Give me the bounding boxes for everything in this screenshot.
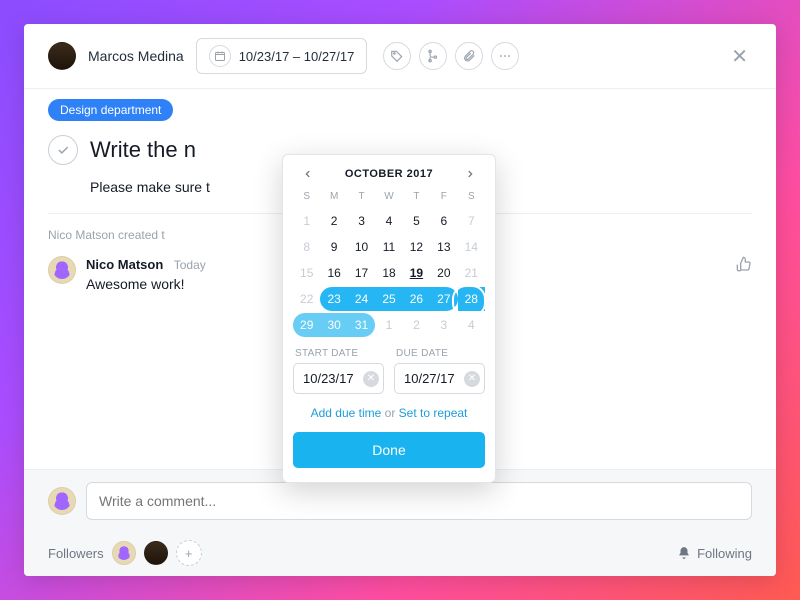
day-cell[interactable]: 3 [348, 209, 375, 233]
set-repeat-link[interactable]: Set to repeat [399, 406, 468, 420]
day-cell-range[interactable]: 30 [320, 313, 347, 337]
task-body: Design department Write the n Please mak… [24, 89, 776, 469]
complete-toggle[interactable] [48, 135, 78, 165]
day-cell[interactable]: 3 [430, 313, 457, 337]
date-picker-links: Add due time or Set to repeat [293, 406, 485, 420]
day-cell-range[interactable]: 26 [403, 287, 430, 311]
attachment-icon[interactable] [455, 42, 483, 70]
day-cell-range[interactable]: 24 [348, 287, 375, 311]
date-range-text: 10/23/17 – 10/27/17 [239, 49, 355, 64]
task-action-icons [383, 42, 519, 70]
day-cell[interactable]: 16 [320, 261, 347, 285]
done-button[interactable]: Done [293, 432, 485, 468]
assignee-avatar[interactable] [48, 42, 76, 70]
comment-input[interactable] [86, 482, 752, 520]
day-cell[interactable]: 1 [293, 209, 320, 233]
comment-author: Nico Matson [86, 257, 163, 272]
project-pill[interactable]: Design department [48, 99, 173, 121]
day-cell[interactable]: 1 [375, 313, 402, 337]
date-inputs-row: START DATE ✕ DUE DATE ✕ [293, 348, 485, 394]
day-cell[interactable]: 5 [403, 209, 430, 233]
calendar-grid: 1 2 3 4 5 6 7 8 9 10 11 12 13 14 15 16 1… [293, 208, 485, 338]
day-cell-today[interactable]: 19 [403, 261, 430, 285]
calendar-header: OCTOBER 2017 [293, 167, 485, 189]
following-label: Following [697, 546, 752, 561]
follower-avatar[interactable] [144, 541, 168, 565]
dow: T [348, 189, 375, 208]
calendar-icon [209, 45, 231, 67]
day-cell[interactable]: 18 [375, 261, 402, 285]
day-cell[interactable]: 13 [430, 235, 457, 259]
day-cell[interactable]: 2 [403, 313, 430, 337]
day-cell[interactable]: 10 [348, 235, 375, 259]
start-date-label: START DATE [295, 348, 384, 359]
subtask-icon[interactable] [419, 42, 447, 70]
add-due-time-link[interactable]: Add due time [311, 406, 382, 420]
day-cell-range[interactable]: 28 [458, 287, 485, 311]
task-card: Marcos Medina 10/23/17 – 10/27/17 ✕ Desi… [24, 24, 776, 576]
weekday-row: S M T W T F S [293, 189, 485, 208]
comment-when: Today [174, 258, 206, 272]
dow: S [293, 189, 320, 208]
day-cell[interactable]: 22 [293, 287, 320, 311]
day-cell-range[interactable]: 31 [348, 313, 375, 337]
follower-avatar[interactable] [112, 541, 136, 565]
day-cell[interactable]: 17 [348, 261, 375, 285]
task-title[interactable]: Write the n [90, 137, 196, 163]
comment-body: Nico Matson Today Awesome work! [86, 256, 206, 292]
self-avatar[interactable] [48, 487, 76, 515]
dow: W [375, 189, 402, 208]
day-cell[interactable]: 11 [375, 235, 402, 259]
following-toggle[interactable]: Following [677, 546, 752, 561]
day-cell[interactable]: 8 [293, 235, 320, 259]
assignee-name[interactable]: Marcos Medina [88, 48, 184, 64]
commenter-avatar[interactable] [48, 256, 76, 284]
clear-start-icon[interactable]: ✕ [363, 371, 379, 387]
dow: M [320, 189, 347, 208]
or-text: or [385, 406, 399, 420]
date-picker-popover: OCTOBER 2017 S M T W T F S 1 2 3 4 5 6 [282, 154, 496, 483]
like-icon[interactable] [736, 256, 752, 272]
day-cell-range[interactable]: 23 [320, 287, 347, 311]
month-label: OCTOBER 2017 [345, 168, 433, 180]
day-cell[interactable]: 12 [403, 235, 430, 259]
more-icon[interactable] [491, 42, 519, 70]
day-cell[interactable]: 4 [375, 209, 402, 233]
day-cell[interactable]: 7 [458, 209, 485, 233]
day-cell[interactable]: 9 [320, 235, 347, 259]
followers-bar: Followers + Following [24, 532, 776, 576]
day-cell-range[interactable]: 27 [430, 287, 457, 311]
day-cell[interactable]: 6 [430, 209, 457, 233]
day-cell[interactable]: 4 [458, 313, 485, 337]
day-cell[interactable]: 20 [430, 261, 457, 285]
dow: F [430, 189, 457, 208]
task-header: Marcos Medina 10/23/17 – 10/27/17 ✕ [24, 24, 776, 89]
followers-label: Followers [48, 546, 104, 561]
bell-icon [677, 546, 691, 560]
dow: T [403, 189, 430, 208]
comment-text: Awesome work! [86, 276, 206, 292]
day-cell-range[interactable]: 25 [375, 287, 402, 311]
add-follower-button[interactable]: + [176, 540, 202, 566]
day-cell-range[interactable]: 29 [293, 313, 320, 337]
day-cell[interactable]: 2 [320, 209, 347, 233]
day-cell[interactable]: 14 [458, 235, 485, 259]
day-cell[interactable]: 21 [458, 261, 485, 285]
close-icon[interactable]: ✕ [727, 40, 752, 73]
day-cell[interactable]: 15 [293, 261, 320, 285]
dow: S [458, 189, 485, 208]
tag-icon[interactable] [383, 42, 411, 70]
prev-month-icon[interactable] [299, 167, 317, 181]
date-range-chip[interactable]: 10/23/17 – 10/27/17 [196, 38, 368, 74]
next-month-icon[interactable] [461, 167, 479, 181]
clear-due-icon[interactable]: ✕ [464, 371, 480, 387]
due-date-label: DUE DATE [396, 348, 485, 359]
